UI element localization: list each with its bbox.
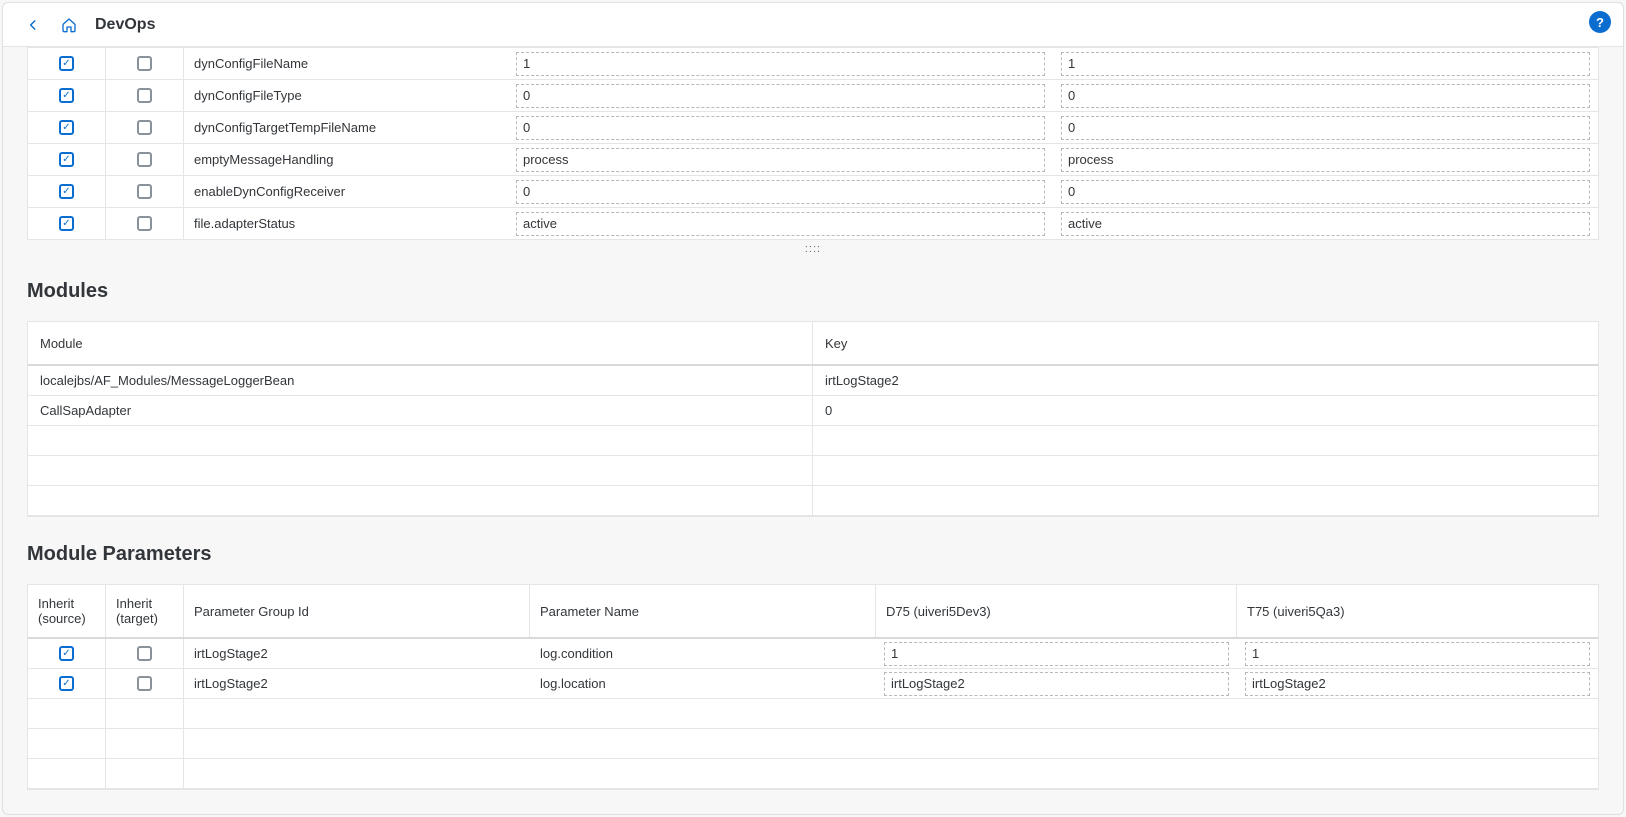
mp-header-d75: D75 (uiveri5Dev3) [876, 585, 1237, 637]
inherit-target-checkbox[interactable] [137, 216, 152, 231]
mp-d75-cell[interactable]: irtLogStage2 [884, 672, 1229, 696]
page-title: DevOps [95, 16, 155, 34]
mp-t75-cell[interactable]: irtLogStage2 [1245, 672, 1590, 696]
module-params-title: Module Parameters [27, 543, 1599, 566]
config-value-target[interactable]: 0 [1061, 116, 1590, 140]
mp-name-cell: log.condition [530, 646, 876, 661]
inherit-source-checkbox[interactable]: ✓ [59, 88, 74, 103]
mp-header-inherit-target: Inherit (target) [106, 585, 184, 637]
config-value-source[interactable]: 0 [516, 84, 1045, 108]
config-row: ✓ dynConfigFileType 00 [28, 79, 1598, 111]
home-button[interactable] [55, 11, 83, 39]
back-button[interactable] [19, 11, 47, 39]
mp-d75-cell[interactable]: 1 [884, 642, 1229, 666]
config-value-target[interactable]: active [1061, 212, 1590, 236]
config-param-name: enableDynConfigReceiver [184, 184, 508, 199]
inherit-source-checkbox[interactable]: ✓ [59, 120, 74, 135]
config-value-source[interactable]: 0 [516, 116, 1045, 140]
inherit-target-checkbox[interactable] [137, 152, 152, 167]
shell-bar: DevOps ? [3, 3, 1623, 47]
module-row: CallSapAdapter0 [28, 396, 1598, 426]
mp-row [28, 729, 1598, 759]
mp-inherit-target-checkbox[interactable] [137, 646, 152, 661]
modules-header-key: Key [813, 336, 1598, 351]
mp-inherit-source-checkbox[interactable]: ✓ [59, 676, 74, 691]
inherit-target-checkbox[interactable] [137, 88, 152, 103]
resize-handle[interactable]: :::: [27, 240, 1599, 254]
config-value-target[interactable]: 0 [1061, 84, 1590, 108]
module-params-table: Inherit (source) Inherit (target) Parame… [27, 584, 1599, 790]
config-param-name: emptyMessageHandling [184, 152, 508, 167]
mp-header-group: Parameter Group Id [184, 585, 530, 637]
mp-header-row: Inherit (source) Inherit (target) Parame… [28, 585, 1598, 639]
config-param-name: dynConfigTargetTempFileName [184, 120, 508, 135]
module-name-cell: localejbs/AF_Modules/MessageLoggerBean [28, 366, 813, 395]
module-key-cell: 0 [813, 403, 1598, 418]
modules-title: Modules [27, 280, 1599, 303]
config-param-name: dynConfigFileType [184, 88, 508, 103]
inherit-source-checkbox[interactable]: ✓ [59, 184, 74, 199]
config-row: ✓ emptyMessageHandling process process [28, 143, 1598, 175]
modules-table: Module Key localejbs/AF_Modules/MessageL… [27, 321, 1599, 517]
config-param-name: dynConfigFileName [184, 56, 508, 71]
mp-header-name: Parameter Name [530, 585, 876, 637]
adapter-config-table: ✓dynConfigFileName11✓dynConfigFileType00… [27, 47, 1599, 240]
mp-header-inherit-source: Inherit (source) [28, 585, 106, 637]
config-value-source[interactable]: 1 [516, 52, 1045, 76]
mp-row: ✓ irtLogStage2log.condition 11 [28, 639, 1598, 669]
config-value-source[interactable]: 0 [516, 180, 1045, 204]
modules-header-module: Module [28, 322, 813, 364]
config-value-target[interactable]: process [1061, 148, 1590, 172]
question-icon: ? [1596, 15, 1604, 30]
mp-t75-cell[interactable]: 1 [1245, 642, 1590, 666]
mp-group-cell: irtLogStage2 [184, 646, 530, 661]
inherit-target-checkbox[interactable] [137, 56, 152, 71]
module-key-cell: irtLogStage2 [813, 373, 1598, 388]
chevron-left-icon [26, 18, 40, 32]
config-value-target[interactable]: 0 [1061, 180, 1590, 204]
mp-row [28, 759, 1598, 789]
module-name-cell [28, 486, 813, 515]
module-name-cell [28, 456, 813, 485]
config-value-source[interactable]: active [516, 212, 1045, 236]
help-button[interactable]: ? [1589, 11, 1611, 33]
home-icon [61, 17, 77, 33]
mp-row: ✓irtLogStage2log.locationirtLogStage2irt… [28, 669, 1598, 699]
config-row: ✓ enableDynConfigReceiver 00 [28, 175, 1598, 207]
modules-header-row: Module Key [28, 322, 1598, 366]
mp-inherit-target-checkbox[interactable] [137, 676, 152, 691]
config-param-name: file.adapterStatus [184, 216, 508, 231]
inherit-source-checkbox[interactable]: ✓ [59, 56, 74, 71]
inherit-source-checkbox[interactable]: ✓ [59, 216, 74, 231]
module-row [28, 456, 1598, 486]
config-value-target[interactable]: 1 [1061, 52, 1590, 76]
config-row: ✓ dynConfigTargetTempFileName 00 [28, 111, 1598, 143]
inherit-source-checkbox[interactable]: ✓ [59, 152, 74, 167]
module-name-cell [28, 426, 813, 455]
mp-inherit-source-checkbox[interactable]: ✓ [59, 646, 74, 661]
module-row [28, 426, 1598, 456]
config-value-source[interactable]: process [516, 148, 1045, 172]
config-row: ✓ dynConfigFileName 11 [28, 47, 1598, 79]
mp-group-cell: irtLogStage2 [184, 676, 530, 691]
mp-name-cell: log.location [530, 676, 876, 691]
mp-header-t75: T75 (uiveri5Qa3) [1237, 585, 1598, 637]
inherit-target-checkbox[interactable] [137, 184, 152, 199]
mp-row [28, 699, 1598, 729]
module-row [28, 486, 1598, 516]
inherit-target-checkbox[interactable] [137, 120, 152, 135]
config-row: ✓ file.adapterStatus active active [28, 207, 1598, 239]
module-row: localejbs/AF_Modules/MessageLoggerBeanir… [28, 366, 1598, 396]
module-name-cell: CallSapAdapter [28, 396, 813, 425]
